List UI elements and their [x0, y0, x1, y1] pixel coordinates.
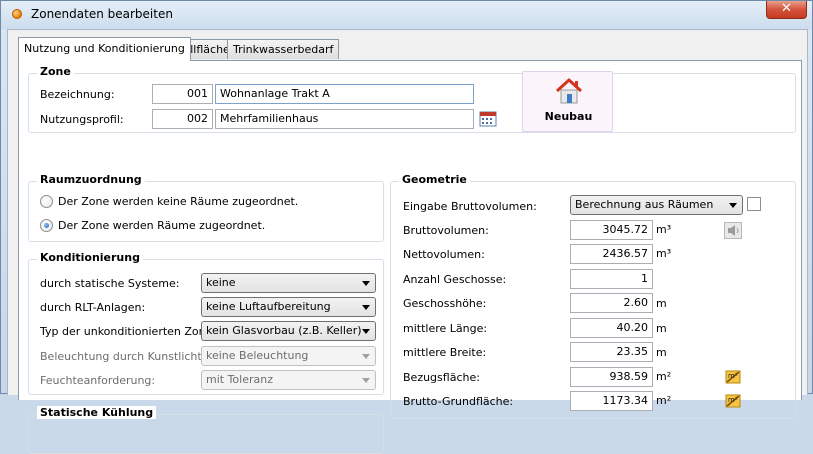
nutzungsprofil-code-field[interactable]: 002 [152, 109, 213, 129]
speaker-icon[interactable] [724, 222, 742, 239]
chevron-down-icon [362, 305, 370, 310]
nettovolumen-unit: m³ [656, 247, 672, 260]
statische-systeme-label: durch statische Systeme: [40, 277, 180, 290]
raumzuordnung-title: Raumzuordnung [37, 173, 145, 186]
dialog-client-area: Nutzung und Konditionierung Hüllfläche T… [7, 29, 808, 454]
nettovolumen-field[interactable]: 2436.57 [570, 244, 653, 264]
chevron-down-icon [362, 281, 370, 286]
unkonditionierte-zone-label: Typ der unkonditionierten Zone: [40, 325, 217, 338]
tab-trinkwasserbedarf[interactable]: Trinkwasserbedarf [227, 39, 340, 59]
feuchteanforderung-value: mit Toleranz [206, 373, 273, 386]
rlt-anlagen-select[interactable]: keine Luftaufbereitung [201, 297, 376, 317]
zone-group: Zone Bezeichnung: 001 Wohnanlage Trakt A… [28, 65, 796, 133]
feuchteanforderung-select[interactable]: mit Toleranz [201, 370, 376, 390]
radio-raeume-label[interactable]: Der Zone werden Räume zugeordnet. [58, 219, 265, 232]
nettovolumen-label: Nettovolumen: [403, 248, 485, 261]
bezugsflaeche-field[interactable]: 938.59 [570, 367, 653, 387]
chevron-down-icon [362, 378, 370, 383]
mittlere-breite-unit: m [656, 346, 667, 359]
radio-keine-raeume-label[interactable]: Der Zone werden keine Räume zugeordnet. [58, 195, 298, 208]
statische-kuehlung-title: Statische Kühlung [37, 406, 157, 419]
radio-keine-raeume[interactable] [40, 195, 53, 208]
eingabe-bruttovolumen-label: Eingabe Bruttovolumen: [403, 200, 537, 213]
bruttovolumen-unit: m³ [656, 223, 672, 236]
window-title: Zonendaten bearbeiten [31, 7, 173, 21]
eingabe-bruttovolumen-value: Berechnung aus Räumen [575, 198, 714, 211]
geometrie-title: Geometrie [399, 173, 470, 186]
neubau-button[interactable]: Neubau [522, 71, 613, 132]
geometrie-group: Geometrie Eingabe Bruttovolumen: Berechn… [390, 173, 796, 419]
neubau-label: Neubau [544, 110, 593, 123]
rlt-anlagen-label: durch RLT-Anlagen: [40, 301, 146, 314]
mittlere-breite-label: mittlere Breite: [403, 346, 487, 359]
title-bar[interactable]: Zonendaten bearbeiten ✕ [1, 1, 812, 29]
unkonditionierte-zone-value: kein Glasvorbau (z.B. Keller) [206, 324, 362, 337]
beleuchtung-select[interactable]: keine Beleuchtung [201, 346, 376, 366]
mittlere-laenge-unit: m [656, 322, 667, 335]
geschosshoehe-field[interactable]: 2.60 [570, 293, 653, 313]
chevron-down-icon [729, 203, 737, 208]
svg-text:m²: m² [728, 396, 738, 404]
tab-panel: Zone Bezeichnung: 001 Wohnanlage Trakt A… [18, 60, 802, 454]
nutzungsprofil-label: Nutzungsprofil: [40, 113, 124, 126]
close-button[interactable]: ✕ [766, 1, 807, 19]
eingabe-bruttovolumen-select[interactable]: Berechnung aus Räumen [570, 195, 743, 215]
tab-nutzung-konditionierung[interactable]: Nutzung und Konditionierung [18, 37, 191, 61]
area-calc-icon[interactable]: m² [724, 392, 742, 409]
konditionierung-group: Konditionierung durch statische Systeme:… [28, 251, 384, 395]
geschosshoehe-unit: m [656, 297, 667, 310]
brutto-grundflaeche-field[interactable]: 1173.34 [570, 391, 653, 411]
house-icon [554, 76, 584, 106]
geschosshoehe-label: Geschosshöhe: [403, 297, 487, 310]
chevron-down-icon [362, 329, 370, 334]
nutzungsprofil-field[interactable]: Mehrfamilienhaus [215, 109, 474, 129]
bezeichnung-code-field[interactable]: 001 [152, 84, 213, 104]
bruttovolumen-field[interactable]: 3045.72 [570, 220, 653, 240]
konditionierung-title: Konditionierung [37, 251, 143, 264]
beleuchtung-value: keine Beleuchtung [206, 349, 309, 362]
statische-systeme-value: keine [206, 276, 236, 289]
svg-text:m²: m² [728, 372, 738, 380]
bezugsflaeche-unit: m² [656, 370, 672, 383]
anzahl-geschosse-field[interactable]: 1 [570, 269, 653, 289]
app-icon [12, 9, 22, 19]
radio-raeume[interactable] [40, 219, 53, 232]
zone-group-title: Zone [37, 65, 74, 78]
mittlere-laenge-field[interactable]: 40.20 [570, 318, 653, 338]
bezugsflaeche-label: Bezugsfläche: [403, 371, 480, 384]
calendar-icon[interactable] [479, 110, 497, 127]
statische-systeme-select[interactable]: keine [201, 273, 376, 293]
bezeichnung-label: Bezeichnung: [40, 88, 115, 101]
beleuchtung-label: Beleuchtung durch Kunstlicht: [40, 350, 206, 363]
chevron-down-icon [362, 354, 370, 359]
feuchteanforderung-label: Feuchteanforderung: [40, 374, 156, 387]
anzahl-geschosse-label: Anzahl Geschosse: [403, 273, 507, 286]
bruttovolumen-label: Bruttovolumen: [403, 224, 489, 237]
rlt-anlagen-value: keine Luftaufbereitung [206, 300, 331, 313]
mittlere-breite-field[interactable]: 23.35 [570, 342, 653, 362]
eingabe-checkbox[interactable] [747, 197, 761, 211]
bezeichnung-field[interactable]: Wohnanlage Trakt A [215, 84, 474, 104]
dialog-window: Zonendaten bearbeiten ✕ Nutzung und Kond… [0, 0, 813, 454]
mittlere-laenge-label: mittlere Länge: [403, 322, 488, 335]
statische-kuehlung-group: Statische Kühlung [28, 406, 384, 454]
brutto-grundflaeche-label: Brutto-Grundfläche: [403, 395, 514, 408]
area-calc-icon[interactable]: m² [724, 368, 742, 385]
unkonditionierte-zone-select[interactable]: kein Glasvorbau (z.B. Keller) [201, 321, 376, 341]
brutto-grundflaeche-unit: m² [656, 394, 672, 407]
raumzuordnung-group: Raumzuordnung Der Zone werden keine Räum… [28, 173, 384, 242]
